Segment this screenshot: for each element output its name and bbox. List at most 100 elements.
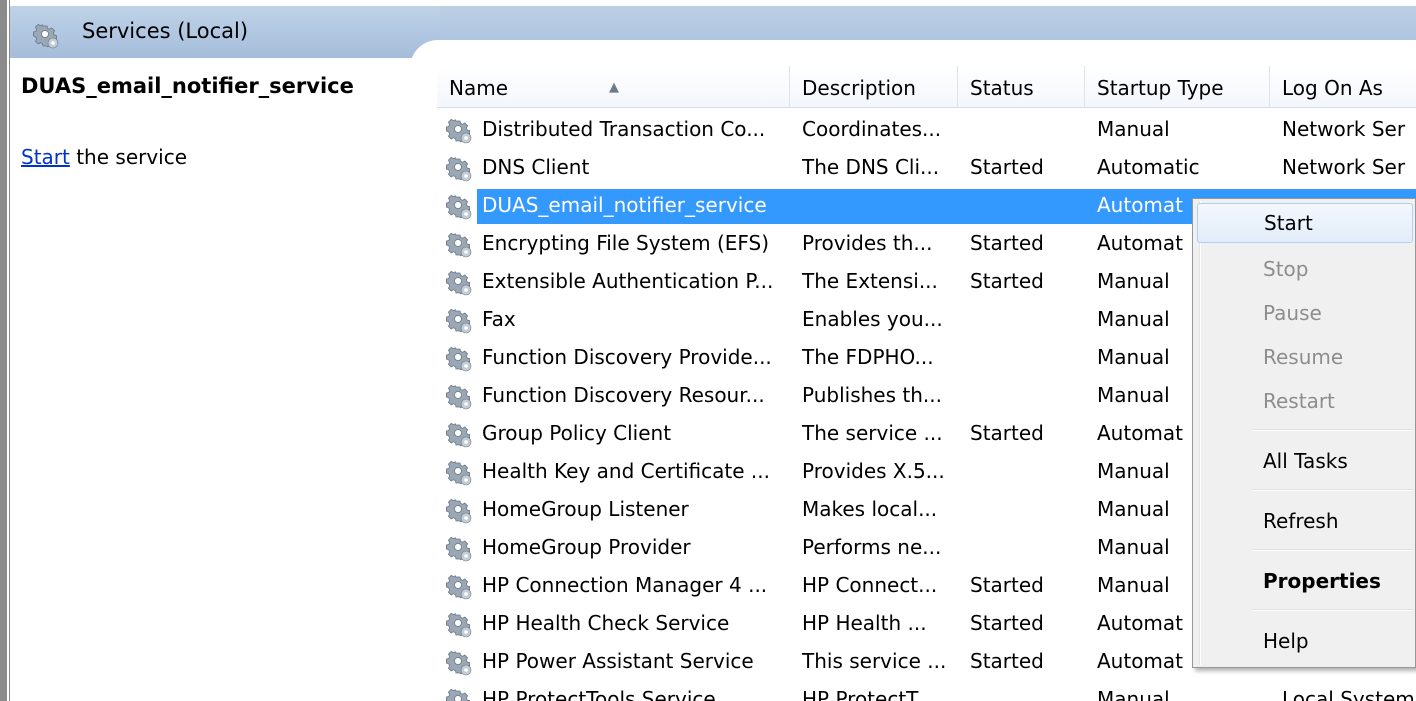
column-header-log-on-as[interactable]: Log On As [1270,66,1416,108]
menu-item-pause: Pause [1263,301,1322,325]
gear-icon [445,345,473,373]
cell-description: Makes local... [802,497,938,521]
column-header-status[interactable]: Status [958,66,1085,108]
cell-startup: Automat [1097,193,1184,217]
gear-icon [445,535,473,563]
gear-icon [445,155,473,183]
cell-name: Group Policy Client [482,421,672,445]
cell-startup: Manual [1097,459,1170,483]
cell-description: The service ... [802,421,943,445]
context-menu: Start Stop Pause Resume Restart All Tasks Refr… [1192,198,1416,668]
cell-name: Function Discovery Resour... [482,383,765,407]
cell-description: Performs ne... [802,535,942,559]
cell-startup: Automat [1097,611,1184,635]
services-window: Services (Local) DUAS_email_notifier_ser… [0,0,1416,701]
menu-item-refresh[interactable]: Refresh [1197,501,1413,541]
cell-name: DNS Client [482,155,590,179]
menu-item-resume: Resume [1263,345,1344,369]
gear-icon [445,459,473,487]
menu-item-properties[interactable]: Properties [1197,561,1413,601]
cell-name: Distributed Transaction Co... [482,117,766,141]
gear-icon [32,22,60,50]
cell-name: HP ProtectTools Service [482,687,716,701]
menu-item-stop: Stop [1263,257,1309,281]
cell-status: Started [970,269,1044,293]
table-row[interactable]: HP ProtectTools Service HP ProtectT... Man… [437,682,1416,701]
menu-separator [1253,549,1413,551]
cell-description: The Extensi... [802,269,938,293]
cell-status: Started [970,421,1044,445]
header-title: Services (Local) [82,19,249,43]
cell-description: The FDPHO... [802,345,934,369]
gear-icon [445,611,473,639]
cell-startup: Manual [1097,383,1170,407]
detail-service-name: DUAS_email_notifier_service [21,74,354,98]
cell-description: HP Health ... [802,611,927,635]
gear-icon [445,307,473,335]
cell-name: Function Discovery Provide... [482,345,772,369]
gear-icon [445,269,473,297]
table-row[interactable]: DNS Client The DNS Cli... Started Automatic… [437,150,1416,188]
column-header-startup-type[interactable]: Startup Type [1085,66,1270,108]
cell-startup: Automat [1097,649,1184,673]
table-row[interactable]: Distributed Transaction Co... Coordinates… [437,112,1416,150]
cell-description: Coordinates... [802,117,942,141]
cell-name: HP Connection Manager 4 ... [482,573,768,597]
cell-status: Started [970,611,1044,635]
column-header-name[interactable]: Name ▲ [437,66,790,108]
gear-icon [445,649,473,677]
cell-startup: Manual [1097,573,1170,597]
detail-action-text: the service [69,145,188,169]
cell-name: HomeGroup Listener [482,497,689,521]
cell-description: Enables you... [802,307,943,331]
menu-separator [1253,489,1413,491]
cell-name: HP Health Check Service [482,611,730,635]
cell-startup: Manual [1097,497,1170,521]
gear-icon [445,193,473,221]
gear-icon [445,687,473,701]
cell-name: DUAS_email_notifier_service [482,193,767,217]
detail-action: Start the service [21,145,187,169]
gear-icon [445,231,473,259]
cell-startup: Manual [1097,687,1170,701]
gear-icon [445,497,473,525]
cell-startup: Manual [1097,117,1170,141]
menu-separator [1253,429,1413,431]
cell-name: Extensible Authentication P... [482,269,774,293]
cell-description: This service ... [802,649,947,673]
cell-startup: Manual [1097,269,1170,293]
cell-name: Fax [482,307,516,331]
gear-icon [445,421,473,449]
cell-status: Started [970,155,1044,179]
cell-description: Provides th... [802,231,933,255]
cell-description: Provides X.5... [802,459,945,483]
window-border-highlight [7,0,9,701]
cell-logon: Network Ser [1282,155,1406,179]
gear-icon [445,117,473,145]
gear-icon [445,383,473,411]
cell-startup: Manual [1097,535,1170,559]
menu-item-help[interactable]: Help [1197,621,1413,661]
column-header-description[interactable]: Description [790,66,958,108]
start-service-link[interactable]: Start [21,145,70,169]
cell-name: Health Key and Certificate ... [482,459,770,483]
sort-ascending-icon: ▲ [609,80,619,95]
menu-item-start[interactable]: Start [1197,203,1413,243]
cell-description: The DNS Cli... [802,155,940,179]
cell-startup: Manual [1097,345,1170,369]
cell-startup: Automat [1097,421,1184,445]
cell-startup: Automatic [1097,155,1200,179]
cell-logon: Local System [1282,687,1415,701]
cell-status: Started [970,649,1044,673]
cell-name: HomeGroup Provider [482,535,691,559]
cell-status: Started [970,231,1044,255]
gear-icon [445,573,473,601]
cell-description: Publishes th... [802,383,942,407]
menu-separator [1253,609,1413,611]
cell-startup: Manual [1097,307,1170,331]
menu-item-all-tasks[interactable]: All Tasks [1197,441,1413,481]
cell-name: HP Power Assistant Service [482,649,754,673]
cell-description: HP ProtectT... [802,687,936,701]
list-header: Name ▲ Description Status Startup Type L… [437,66,1416,108]
cell-status: Started [970,573,1044,597]
